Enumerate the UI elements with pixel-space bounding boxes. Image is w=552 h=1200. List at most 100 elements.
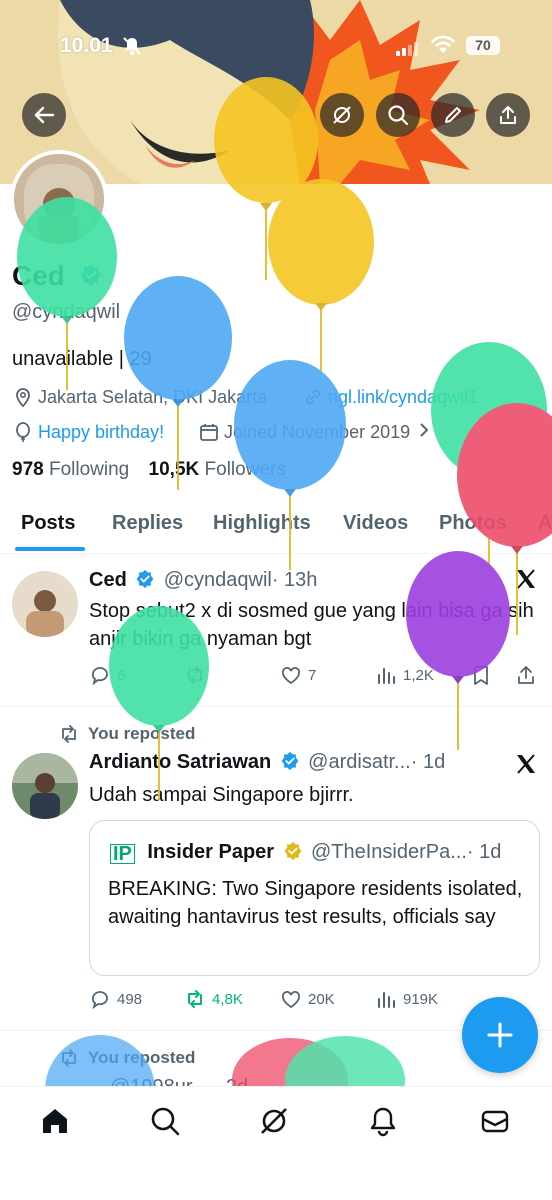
active-tab-indicator: [15, 547, 85, 551]
nav-messages[interactable]: [479, 1105, 511, 1142]
reply-count: 6: [117, 666, 126, 684]
tweet-time: · 1d: [410, 751, 446, 773]
chevron-right-icon[interactable]: [418, 422, 430, 443]
tweet-header: Ced @cyndaqwil· 13h: [89, 569, 317, 594]
tweet-time: · 13h: [271, 569, 318, 591]
reply-button[interactable]: 498: [89, 988, 142, 1010]
tab-highlights[interactable]: Highlights: [213, 512, 311, 535]
share-icon: [518, 666, 534, 684]
like-button[interactable]: 20K: [280, 988, 335, 1010]
heart-icon: [282, 991, 300, 1009]
quoted-tweet[interactable]: IP Insider Paper @TheInsiderPa...· 1d BR…: [89, 820, 540, 976]
tweet-avatar[interactable]: [12, 571, 78, 637]
messages-icon: [481, 1110, 509, 1133]
views-button[interactable]: 1,2K: [375, 664, 434, 686]
bookmark-icon: [474, 666, 488, 685]
tweet-author-name[interactable]: Ced: [89, 569, 127, 591]
profile-tabs: Posts Replies Highlights Videos Photos A: [0, 496, 552, 554]
tweet-share-button[interactable]: [515, 664, 537, 686]
following-stat[interactable]: 978 Following: [12, 459, 129, 480]
search-icon: [151, 1107, 180, 1136]
views-button[interactable]: 919K: [375, 988, 438, 1010]
share-button[interactable]: [486, 93, 530, 137]
profile-website[interactable]: ngl.link/cyndaqwil1: [302, 386, 478, 408]
followers-stat[interactable]: 10,5K Followers: [149, 459, 286, 480]
grok-button[interactable]: [320, 93, 364, 137]
repost-label-text: You reposted: [88, 1048, 196, 1067]
balloon-icon: [16, 422, 30, 442]
reply-button[interactable]: 6: [89, 664, 125, 686]
profile-birthday: Happy birthday!: [12, 421, 164, 443]
quoted-author-name: Insider Paper: [147, 841, 275, 863]
search-button[interactable]: [376, 93, 420, 137]
edit-icon: [445, 107, 461, 123]
profile-bio: unavailable | 29: [12, 348, 152, 370]
tab-replies[interactable]: Replies: [112, 512, 183, 535]
tab-videos[interactable]: Videos: [343, 512, 408, 535]
repost-icon: [62, 725, 76, 743]
grok-icon: [333, 106, 351, 124]
share-icon: [500, 106, 516, 124]
tweet-text: Stop sebut2 x di sosmed gue yang lain bi…: [89, 600, 534, 650]
nav-notifications[interactable]: [367, 1105, 399, 1142]
tweet-text: Udah sampai Singapore bjirrr.: [89, 784, 354, 806]
repost-icon: [188, 990, 202, 1008]
back-button[interactable]: [22, 93, 66, 137]
tab-posts[interactable]: Posts: [21, 512, 75, 535]
location-text: Jakarta Selatan, DKI Jakarta: [38, 386, 268, 407]
repost-label: You reposted: [58, 724, 195, 744]
location-pin-icon: [16, 388, 30, 408]
followers-label: Followers: [204, 459, 286, 480]
nav-grok[interactable]: [258, 1105, 290, 1142]
tweet-author-handle: @cyndaqwil: [163, 569, 272, 591]
verified-icon: [79, 262, 103, 294]
edit-button[interactable]: [431, 93, 475, 137]
profile-avatar[interactable]: [10, 150, 108, 248]
reply-count: 498: [117, 990, 143, 1008]
website-link[interactable]: ngl.link/cyndaqwil1: [328, 387, 478, 408]
repost-button[interactable]: [184, 664, 212, 686]
bookmark-button[interactable]: [470, 664, 492, 686]
status-bar: 10.01 70: [0, 30, 552, 60]
cellular-signal-icon: [396, 38, 418, 62]
reply-icon: [91, 991, 108, 1010]
balloon: [431, 342, 547, 478]
tweet-avatar[interactable]: [12, 753, 78, 819]
tweet-header: Ardianto Satriawan @ardisatr...· 1d: [89, 751, 445, 776]
quoted-tweet-header: IP Insider Paper @TheInsiderPa...· 1d: [110, 841, 501, 866]
tweet-author-name[interactable]: Ardianto Satriawan: [89, 751, 271, 773]
tweet-divider: [0, 706, 552, 707]
profile-location: Jakarta Selatan, DKI Jakarta: [12, 386, 267, 408]
birthday-text[interactable]: Happy birthday!: [38, 422, 164, 443]
notifications-icon: [370, 1107, 396, 1137]
search-icon: [388, 105, 409, 126]
grok-icon: [261, 1108, 287, 1134]
views-count: 919K: [403, 990, 439, 1008]
profile-stats: 978 Following 10,5K Followers: [12, 459, 286, 481]
link-icon: [305, 389, 321, 405]
tab-articles[interactable]: A: [538, 512, 552, 535]
balloon: [124, 276, 232, 400]
following-count: 978: [12, 459, 44, 480]
nav-search[interactable]: [149, 1105, 181, 1142]
views-count: 1,2K: [403, 666, 434, 684]
reply-icon: [91, 667, 108, 686]
nav-home[interactable]: [39, 1105, 71, 1142]
like-count: 7: [308, 666, 317, 684]
repost-label-text: You reposted: [88, 724, 196, 743]
profile-handle: @cyndaqwil: [12, 301, 121, 323]
tab-photos[interactable]: Photos: [439, 512, 507, 535]
avatar-photo: [12, 571, 78, 637]
verified-gold-icon: [283, 841, 303, 866]
profile-name-row: Ced: [12, 260, 103, 294]
x-logo-icon: [514, 752, 538, 781]
repost-button[interactable]: 4,8K: [184, 988, 243, 1010]
profile-name: Ced: [12, 260, 65, 291]
avatar-photo: [12, 753, 78, 819]
compose-post-button[interactable]: [462, 997, 538, 1073]
mute-bell-icon: [122, 36, 142, 62]
quoted-tweet-text: BREAKING: Two Singapore residents isolat…: [108, 878, 523, 928]
followers-count: 10,5K: [148, 459, 200, 480]
like-button[interactable]: 7: [280, 664, 316, 686]
profile-joined: Joined November 2019: [198, 421, 430, 443]
